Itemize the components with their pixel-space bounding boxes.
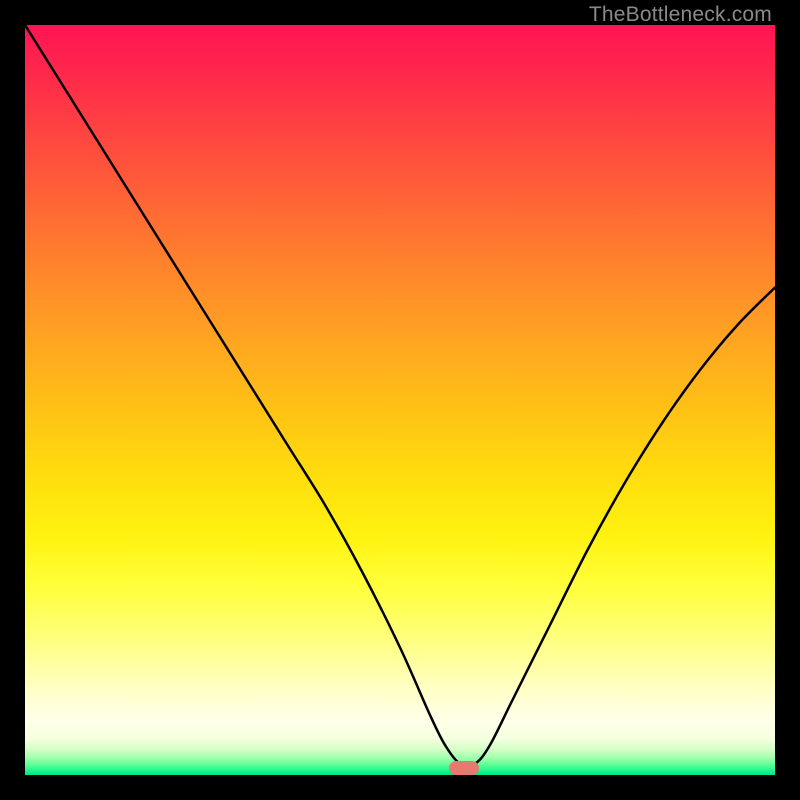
watermark-text: TheBottleneck.com bbox=[589, 3, 772, 27]
optimum-marker bbox=[449, 761, 479, 775]
plot-area bbox=[25, 25, 775, 775]
bottleneck-curve bbox=[25, 25, 775, 775]
chart-frame: TheBottleneck.com bbox=[0, 0, 800, 800]
